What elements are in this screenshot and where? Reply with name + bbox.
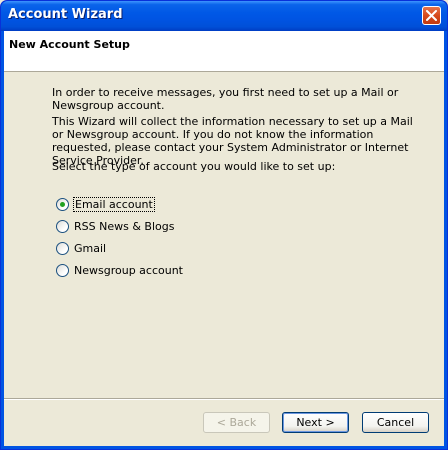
radio-label: Email account bbox=[73, 196, 155, 212]
close-button[interactable] bbox=[422, 6, 441, 25]
title-bar[interactable]: Account Wizard bbox=[1, 1, 447, 31]
radio-button[interactable] bbox=[56, 219, 69, 233]
page-title: New Account Setup bbox=[9, 38, 130, 51]
wizard-header: New Account Setup bbox=[4, 31, 444, 72]
radio-label: RSS News & Blogs bbox=[74, 219, 175, 233]
window-title: Account Wizard bbox=[8, 7, 123, 22]
radio-gmail[interactable]: Gmail bbox=[56, 240, 106, 256]
radio-button-checked[interactable] bbox=[56, 197, 69, 211]
intro-paragraph: In order to receive messages, you first … bbox=[52, 86, 399, 112]
radio-label: Newsgroup account bbox=[74, 263, 183, 277]
footer-separator bbox=[4, 398, 444, 400]
close-icon bbox=[426, 10, 437, 21]
back-button[interactable]: < Back bbox=[203, 412, 270, 433]
radio-button[interactable] bbox=[56, 241, 69, 255]
cancel-button[interactable]: Cancel bbox=[362, 412, 429, 433]
dialog-client: New Account Setup In order to receive me… bbox=[4, 31, 444, 446]
account-wizard-window: Account Wizard New Account Setup In orde… bbox=[0, 0, 448, 450]
radio-button[interactable] bbox=[56, 263, 69, 277]
radio-email-account[interactable]: Email account bbox=[56, 196, 155, 212]
radio-label: Gmail bbox=[74, 241, 107, 255]
select-prompt: Select the type of account you would lik… bbox=[52, 160, 336, 173]
radio-newsgroup-account[interactable]: Newsgroup account bbox=[56, 262, 183, 278]
radio-rss-news-blogs[interactable]: RSS News & Blogs bbox=[56, 218, 174, 234]
next-button[interactable]: Next > bbox=[282, 412, 349, 433]
